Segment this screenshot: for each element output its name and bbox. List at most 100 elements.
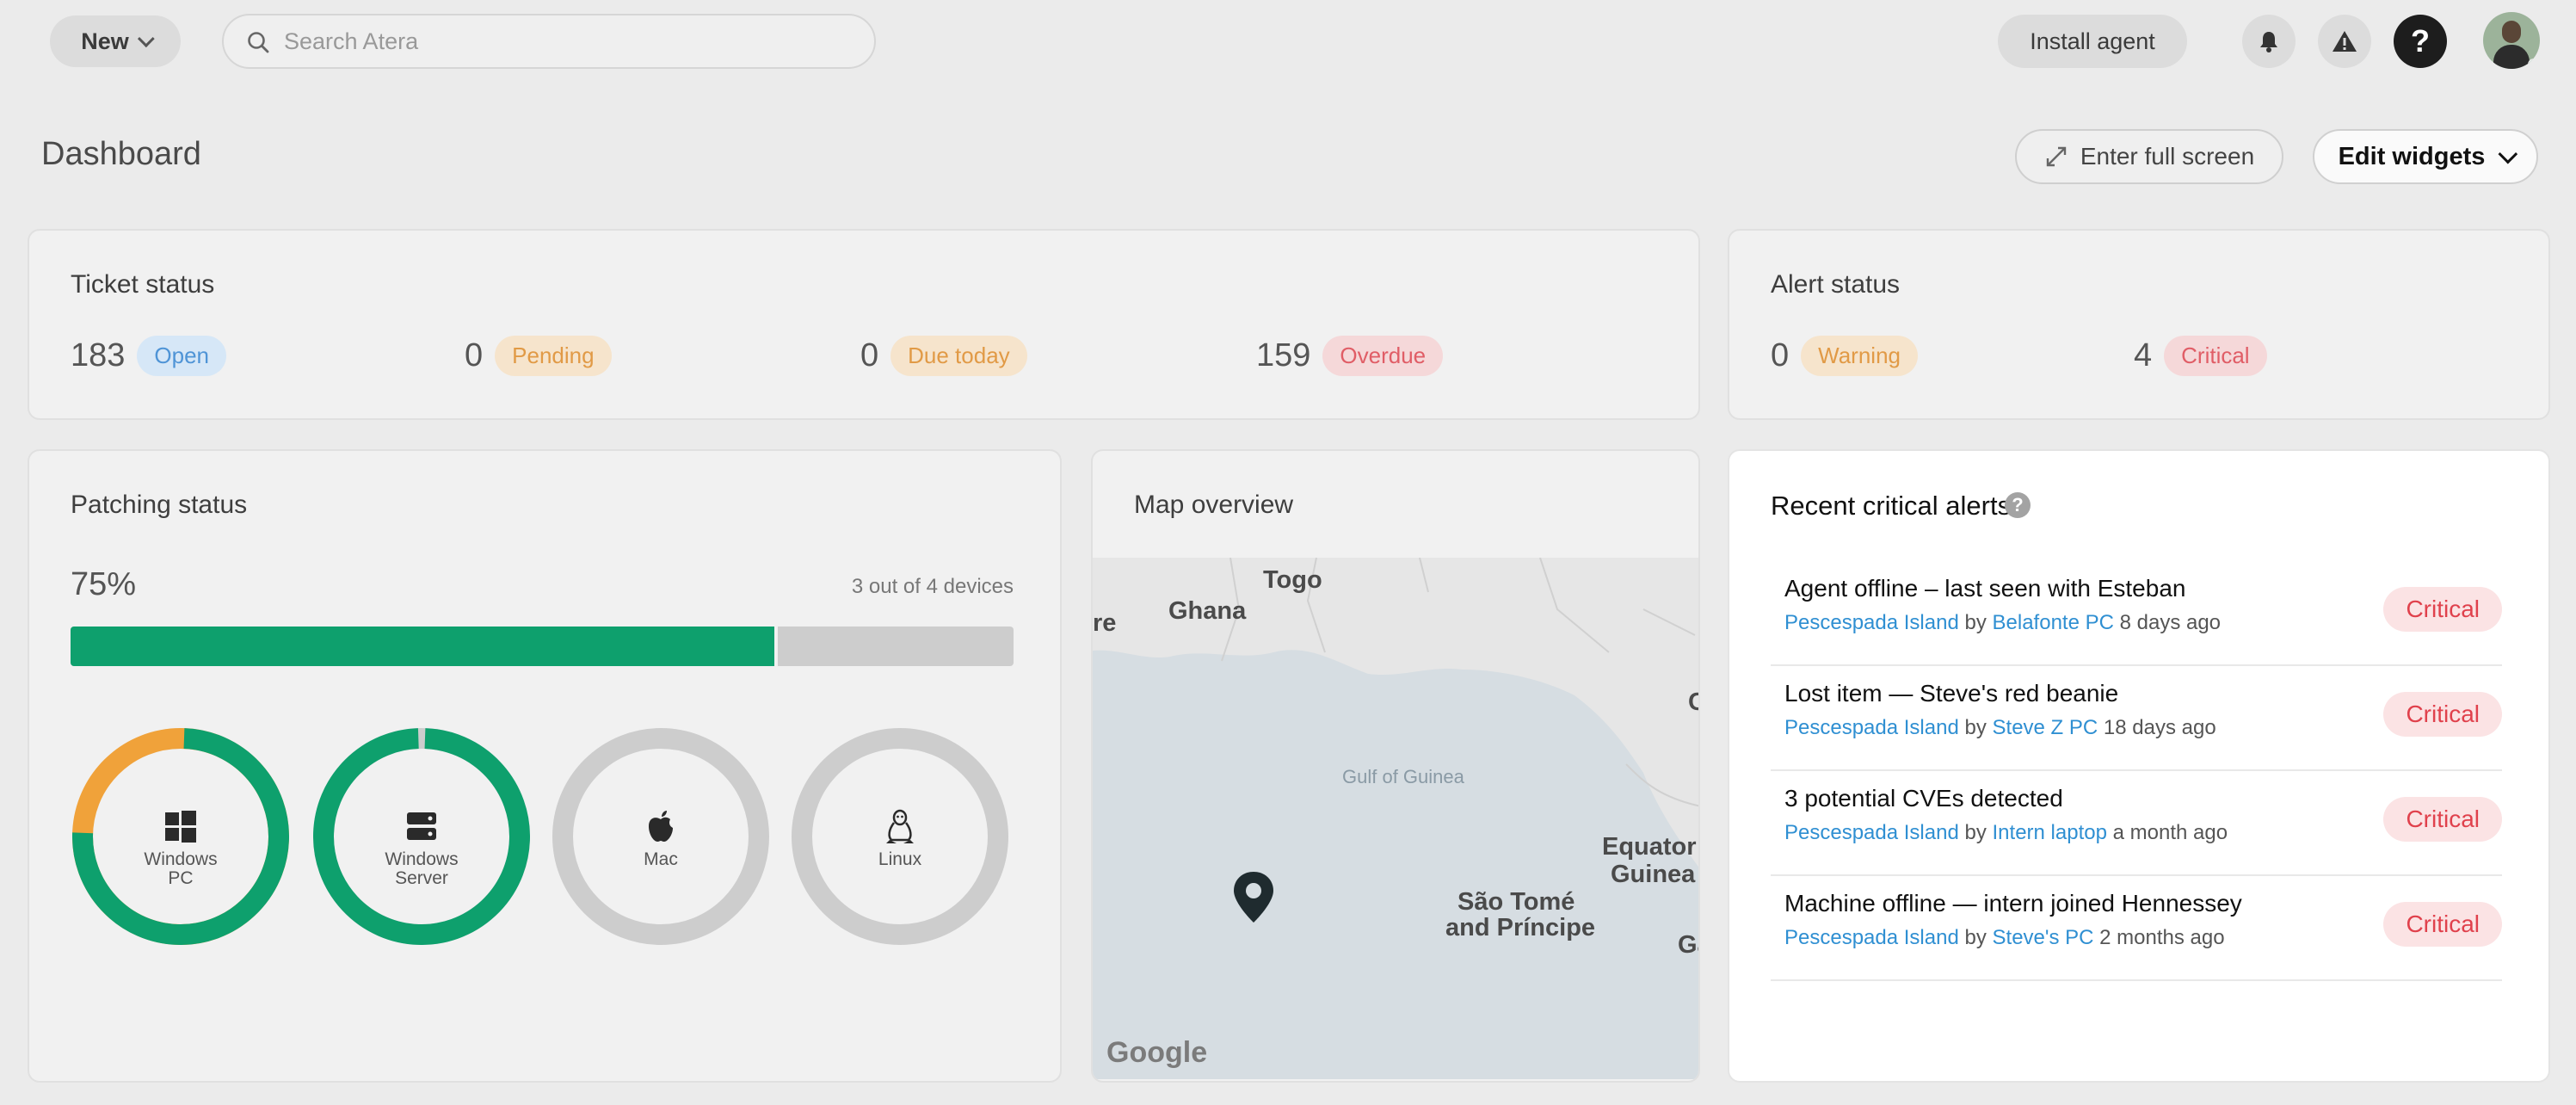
- install-agent-button[interactable]: Install agent: [1998, 15, 2187, 68]
- alert-stat-value: 0: [1771, 337, 1790, 373]
- alert-device-link[interactable]: Belafonte PC: [1993, 611, 2114, 634]
- alert-stat-warning[interactable]: 0 Warning: [1771, 336, 1918, 376]
- alert-by: by: [1964, 611, 1987, 634]
- donut-linux[interactable]: Linux: [792, 728, 1008, 945]
- chevron-down-icon: [137, 30, 155, 48]
- ticket-stat-open[interactable]: 183 Open: [71, 336, 227, 376]
- ticket-stat-pending[interactable]: 0 Pending: [465, 336, 612, 376]
- ticket-stat-value: 0: [465, 337, 484, 373]
- alert-time: 2 months ago: [2099, 926, 2225, 949]
- ticket-stat-value: 0: [860, 337, 879, 373]
- alert-meta: Pescespada Island by Belafonte PC 8 days…: [1784, 611, 2221, 635]
- donut-label: Mac: [552, 850, 769, 869]
- alert-stat-badge: Warning: [1801, 336, 1918, 376]
- map-label-sao-tome-1: São Tomé: [1457, 888, 1575, 916]
- alert-meta: Pescespada Island by Steve's PC 2 months…: [1784, 926, 2225, 950]
- severity-badge: Critical: [2383, 797, 2502, 842]
- alert-row[interactable]: Agent offline – last seen with Esteban P…: [1771, 561, 2502, 666]
- alert-customer-link[interactable]: Pescespada Island: [1784, 611, 1959, 634]
- recent-alerts-title: Recent critical alerts: [1771, 491, 2012, 521]
- alert-device-link[interactable]: Steve Z PC: [1993, 716, 2098, 739]
- server-icon: [407, 812, 436, 840]
- alert-title: Agent offline – last seen with Esteban: [1784, 575, 2186, 602]
- chevron-down-icon: [2498, 144, 2518, 164]
- alert-customer-link[interactable]: Pescespada Island: [1784, 821, 1959, 844]
- ticket-stat-badge: Open: [137, 336, 227, 376]
- new-button[interactable]: New: [50, 15, 181, 67]
- map-pin-icon[interactable]: [1230, 869, 1277, 926]
- donut-label-line1: Linux: [878, 849, 922, 869]
- search-box[interactable]: [222, 14, 876, 69]
- edit-widgets-label: Edit widgets: [2338, 142, 2486, 170]
- patching-progress-fill: [71, 627, 778, 666]
- alert-row[interactable]: Lost item — Steve's red beanie Pescespad…: [1771, 666, 2502, 771]
- enter-full-screen-button[interactable]: Enter full screen: [2015, 129, 2283, 184]
- ticket-status-title: Ticket status: [71, 270, 215, 299]
- donut-label-line1: Windows: [385, 849, 459, 869]
- install-agent-label: Install agent: [2030, 28, 2155, 54]
- recent-critical-alerts-card: Recent critical alerts ? Agent offline –…: [1728, 449, 2550, 1083]
- donut-windows-server[interactable]: Windows Server: [313, 727, 530, 945]
- notifications-button[interactable]: [2242, 15, 2296, 68]
- alert-time: a month ago: [2112, 821, 2228, 844]
- alert-row[interactable]: Machine offline — intern joined Hennesse…: [1771, 876, 2502, 981]
- alert-row[interactable]: 3 potential CVEs detected Pescespada Isl…: [1771, 771, 2502, 876]
- map-label-c: C: [1688, 688, 1698, 717]
- alert-meta: Pescespada Island by Intern laptop a mon…: [1784, 821, 2228, 845]
- ticket-stat-value: 159: [1256, 337, 1311, 373]
- ticket-stat-badge: Pending: [495, 336, 612, 376]
- search-input[interactable]: [284, 24, 852, 59]
- map-label-togo: Togo: [1263, 566, 1322, 594]
- alert-title: Lost item — Steve's red beanie: [1784, 680, 2119, 707]
- ticket-stat-value: 183: [71, 337, 126, 373]
- map[interactable]: Togo Ghana re C Gulf of Guinea Equator G…: [1093, 557, 1698, 1079]
- alert-by: by: [1964, 926, 1987, 949]
- map-label-ghana: Ghana: [1168, 597, 1247, 625]
- alerts-button[interactable]: [2318, 15, 2371, 68]
- alert-time: 8 days ago: [2119, 611, 2222, 634]
- alert-title: Machine offline — intern joined Hennesse…: [1784, 890, 2242, 917]
- ticket-stat-badge: Due today: [891, 336, 1027, 376]
- map-label-equator-2: Guinea: [1611, 861, 1696, 888]
- patching-percent: 75%: [71, 566, 137, 602]
- alert-device-link[interactable]: Intern laptop: [1993, 821, 2107, 844]
- page-title: Dashboard: [41, 136, 201, 172]
- top-bar: New Install agent ?: [0, 0, 2576, 83]
- help-icon[interactable]: ?: [2005, 492, 2031, 518]
- donut-label: Windows PC: [72, 850, 289, 888]
- map-label-ga: Ga: [1678, 931, 1698, 959]
- donut-label: Windows Server: [313, 850, 530, 888]
- apple-icon: [649, 811, 673, 842]
- ticket-stat-due-today[interactable]: 0 Due today: [860, 336, 1027, 376]
- edit-widgets-button[interactable]: Edit widgets: [2313, 129, 2538, 184]
- map-label-re: re: [1093, 609, 1117, 637]
- enter-full-screen-label: Enter full screen: [2080, 143, 2255, 170]
- map-label-equator-1: Equator: [1602, 833, 1697, 861]
- patching-status-card: Patching status 75% 3 out of 4 devices W…: [28, 449, 1062, 1083]
- alert-customer-link[interactable]: Pescespada Island: [1784, 716, 1959, 739]
- ticket-status-card: Ticket status 183 Open 0 Pending 0 Due t…: [28, 229, 1700, 420]
- alert-status-card: Alert status 0 Warning 4 Critical: [1728, 229, 2550, 420]
- map-overview-card: Map overview Togo Ghana re C Gulf of Gui…: [1091, 449, 1700, 1083]
- online-status-dot: [2528, 59, 2540, 69]
- ticket-stat-overdue[interactable]: 159 Overdue: [1256, 336, 1444, 376]
- alert-stat-value: 4: [2134, 337, 2153, 373]
- help-button[interactable]: ?: [2394, 15, 2447, 68]
- avatar-body: [2493, 45, 2530, 69]
- alert-by: by: [1964, 821, 1987, 844]
- donut-mac[interactable]: Mac: [552, 728, 769, 945]
- alert-meta: Pescespada Island by Steve Z PC 18 days …: [1784, 716, 2216, 740]
- donut-label-line2: PC: [168, 868, 194, 888]
- map-label-sao-tome-2: and Príncipe: [1445, 914, 1596, 941]
- google-logo: Google: [1106, 1036, 1208, 1069]
- donut-windows-pc[interactable]: Windows PC: [71, 727, 289, 945]
- alert-device-link[interactable]: Steve's PC: [1993, 926, 2094, 949]
- avatar[interactable]: [2483, 12, 2540, 69]
- alert-stat-badge: Critical: [2164, 336, 2267, 376]
- alert-by: by: [1964, 716, 1987, 739]
- donut-label-line2: Server: [395, 868, 448, 888]
- alert-stat-critical[interactable]: 4 Critical: [2134, 336, 2267, 376]
- donut-label-line1: Windows: [144, 849, 218, 869]
- linux-icon: [886, 809, 914, 843]
- alert-customer-link[interactable]: Pescespada Island: [1784, 926, 1959, 949]
